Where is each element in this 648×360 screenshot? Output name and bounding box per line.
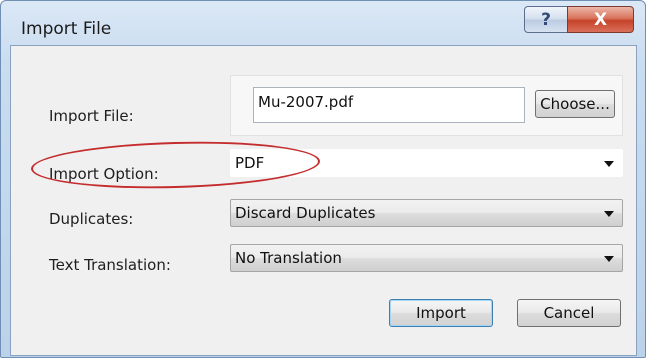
chevron-down-icon xyxy=(604,161,614,167)
dialog-title: Import File xyxy=(21,19,112,39)
duplicates-select[interactable]: Discard Duplicates xyxy=(230,199,623,227)
duplicates-label: Duplicates: xyxy=(49,210,134,228)
chevron-down-icon xyxy=(604,211,614,217)
highlight-annotation xyxy=(30,138,321,192)
duplicates-value: Discard Duplicates xyxy=(235,204,376,222)
cancel-button[interactable]: Cancel xyxy=(517,299,621,327)
import-file-dialog: Import File ? X Import File: Mu-2007.pdf… xyxy=(0,0,646,358)
text-translation-select[interactable]: No Translation xyxy=(230,244,623,272)
import-file-label: Import File: xyxy=(49,107,134,125)
dialog-body: Import File: Mu-2007.pdf Choose... Impor… xyxy=(10,45,637,356)
import-file-input[interactable]: Mu-2007.pdf xyxy=(253,87,525,123)
text-translation-value: No Translation xyxy=(235,249,342,267)
text-translation-label: Text Translation: xyxy=(49,256,171,274)
import-button[interactable]: Import xyxy=(389,299,493,327)
help-icon: ? xyxy=(541,9,551,30)
close-icon: X xyxy=(593,9,608,30)
title-bar[interactable]: Import File ? X xyxy=(1,1,647,45)
close-button[interactable]: X xyxy=(567,6,634,33)
help-button[interactable]: ? xyxy=(524,6,568,33)
choose-button[interactable]: Choose... xyxy=(535,90,615,118)
chevron-down-icon xyxy=(604,256,614,262)
